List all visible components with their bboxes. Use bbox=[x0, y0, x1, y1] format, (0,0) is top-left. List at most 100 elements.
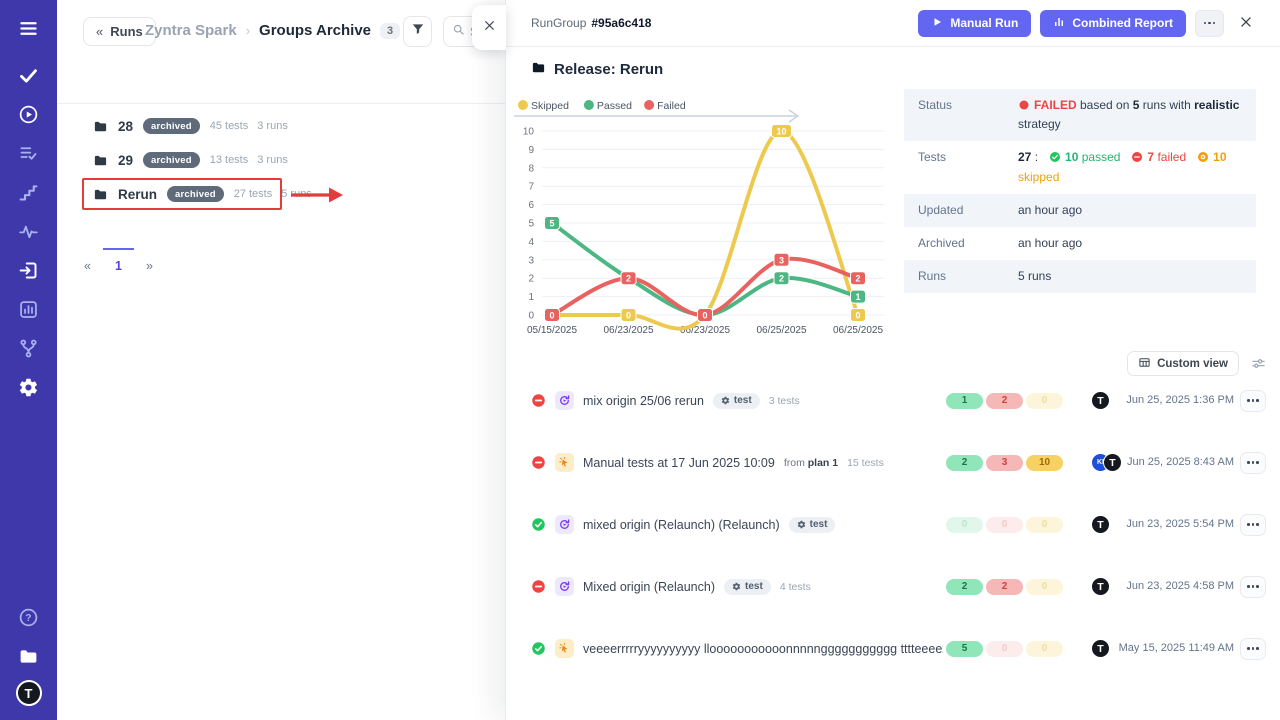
report-icon[interactable] bbox=[14, 294, 44, 324]
run-source: from plan 1 bbox=[784, 457, 838, 469]
svg-text:06/25/2025: 06/25/2025 bbox=[833, 325, 883, 336]
svg-text:05/15/2025: 05/15/2025 bbox=[527, 325, 577, 336]
run-row[interactable]: Mixed origin (Relaunch)test4 tests220TJu… bbox=[506, 571, 1280, 602]
passed-count-pill: 1 bbox=[946, 393, 983, 409]
rungroup-detail-panel: RunGroup #95a6c418 Manual Run Combined R… bbox=[505, 0, 1280, 720]
svg-text:0: 0 bbox=[702, 311, 707, 321]
run-failed-icon bbox=[531, 393, 546, 408]
run-title: mix origin 25/06 rerun bbox=[583, 394, 704, 408]
breadcrumb-parent[interactable]: Zyntra Spark bbox=[145, 22, 237, 39]
rerun-type-icon bbox=[555, 391, 574, 410]
gear-icon bbox=[797, 520, 806, 529]
run-title: mixed origin (Relaunch) (Relaunch) bbox=[583, 518, 780, 532]
filter-button[interactable] bbox=[403, 16, 432, 47]
chevrons-left-icon: « bbox=[96, 24, 103, 39]
combined-report-button[interactable]: Combined Report bbox=[1040, 10, 1186, 37]
run-title: Manual tests at 17 Jun 2025 10:09 bbox=[583, 456, 775, 470]
header-actions: Manual Run Combined Report bbox=[918, 10, 1259, 37]
pagination-next[interactable]: » bbox=[134, 248, 165, 282]
enter-icon[interactable] bbox=[14, 255, 44, 285]
avatar: T bbox=[1091, 391, 1110, 410]
archived-badge: archived bbox=[143, 118, 200, 134]
menu-icon[interactable] bbox=[14, 13, 44, 43]
run-row[interactable]: veeeerrrrryyyyyyyyyy llooooooooooonnnnng… bbox=[506, 633, 1280, 664]
view-settings-icon[interactable] bbox=[1251, 356, 1266, 371]
archived-row: Archivedan hour ago bbox=[904, 227, 1256, 260]
updated-row: Updatedan hour ago bbox=[904, 194, 1256, 227]
svg-text:2: 2 bbox=[779, 274, 784, 284]
checklist-icon[interactable] bbox=[14, 138, 44, 168]
group-meta: 13 tests3 runs bbox=[210, 154, 288, 166]
user-avatar[interactable]: T bbox=[16, 680, 42, 706]
run-count-pills: 120 bbox=[946, 393, 1063, 409]
app-window: ? T « Runs Zyntra Spark › Groups Archive … bbox=[0, 0, 1280, 720]
folder-icon bbox=[93, 153, 108, 168]
panel-close-button[interactable] bbox=[472, 5, 506, 50]
settings-icon[interactable] bbox=[14, 372, 44, 402]
svg-text:0: 0 bbox=[549, 311, 554, 321]
run-count-pills: 500 bbox=[946, 641, 1063, 657]
pagination-prev[interactable]: « bbox=[72, 248, 103, 282]
manual-run-label: Manual Run bbox=[950, 16, 1018, 30]
svg-text:5: 5 bbox=[549, 219, 554, 229]
play-icon[interactable] bbox=[14, 99, 44, 129]
custom-view-button[interactable]: Custom view bbox=[1127, 351, 1239, 376]
run-title: veeeerrrrryyyyyyyyyy llooooooooooonnnnng… bbox=[583, 642, 943, 656]
run-title: Mixed origin (Relaunch) bbox=[583, 580, 715, 594]
svg-text:9: 9 bbox=[528, 145, 534, 156]
manual-run-button[interactable]: Manual Run bbox=[918, 10, 1031, 37]
projects-icon[interactable] bbox=[14, 641, 44, 671]
run-date: May 15, 2025 11:49 AM bbox=[1119, 642, 1234, 654]
run-more-options-button[interactable] bbox=[1240, 452, 1266, 474]
group-row-29[interactable]: 29 archived 13 tests3 runs bbox=[83, 145, 403, 175]
run-row[interactable]: mix origin 25/06 reruntest3 tests120TJun… bbox=[506, 385, 1280, 416]
run-date: Jun 25, 2025 1:36 PM bbox=[1126, 394, 1234, 406]
detail-close-button[interactable] bbox=[1233, 10, 1259, 36]
run-avatars: T bbox=[1091, 515, 1110, 534]
group-row-28[interactable]: 28archived45 tests3 runs bbox=[83, 111, 403, 141]
run-more-options-button[interactable] bbox=[1240, 514, 1266, 536]
bar-chart-icon bbox=[1053, 16, 1065, 31]
branches-icon[interactable] bbox=[14, 333, 44, 363]
more-options-button[interactable] bbox=[1195, 10, 1224, 37]
pagination-page-1[interactable]: 1 bbox=[103, 248, 134, 282]
skipped-count-pill: 0 bbox=[1026, 393, 1063, 409]
group-row-rerun[interactable]: Rerunarchived27 tests5 runs bbox=[83, 179, 403, 209]
run-count-pills: 000 bbox=[946, 517, 1063, 533]
run-count-pills: 220 bbox=[946, 579, 1063, 595]
run-count-pills: 2310 bbox=[946, 455, 1063, 471]
steps-icon[interactable] bbox=[14, 177, 44, 207]
panel-divider bbox=[57, 103, 505, 104]
group-count-badge: 3 bbox=[380, 23, 400, 39]
close-icon bbox=[483, 19, 496, 37]
run-more-options-button[interactable] bbox=[1240, 576, 1266, 598]
run-row[interactable]: mixed origin (Relaunch) (Relaunch)test00… bbox=[506, 509, 1280, 540]
activity-icon[interactable] bbox=[14, 216, 44, 246]
run-date: Jun 23, 2025 4:58 PM bbox=[1126, 580, 1234, 592]
test-tag: test bbox=[713, 393, 760, 409]
run-avatars: T bbox=[1091, 639, 1110, 658]
failed-minus-icon bbox=[1131, 151, 1143, 163]
rerun-type-icon bbox=[555, 515, 574, 534]
skipped-count-pill: 0 bbox=[1026, 579, 1063, 595]
run-date: Jun 25, 2025 8:43 AM bbox=[1127, 456, 1234, 468]
archived-badge: archived bbox=[143, 152, 200, 168]
manual-type-icon bbox=[555, 453, 574, 472]
run-avatars: T bbox=[1091, 577, 1110, 596]
group-name: 29 bbox=[118, 153, 133, 168]
run-row[interactable]: Manual tests at 17 Jun 2025 10:09 from pl… bbox=[506, 447, 1280, 478]
play-icon bbox=[931, 16, 943, 31]
check-icon[interactable] bbox=[14, 60, 44, 90]
failed-count-pill: 0 bbox=[986, 641, 1023, 657]
svg-text:06/23/2025: 06/23/2025 bbox=[603, 325, 653, 336]
passed-count-pill: 0 bbox=[946, 517, 983, 533]
run-more-options-button[interactable] bbox=[1240, 638, 1266, 660]
custom-view-label: Custom view bbox=[1157, 358, 1228, 370]
run-more-options-button[interactable] bbox=[1240, 390, 1266, 412]
svg-text:6: 6 bbox=[528, 200, 534, 211]
help-icon[interactable]: ? bbox=[14, 602, 44, 632]
group-meta: 45 tests3 runs bbox=[210, 120, 288, 132]
groups-archive-panel: « Runs Zyntra Spark › Groups Archive 3 2… bbox=[57, 0, 505, 720]
funnel-icon bbox=[411, 22, 425, 41]
list-toolbar: Custom view bbox=[1127, 351, 1266, 376]
